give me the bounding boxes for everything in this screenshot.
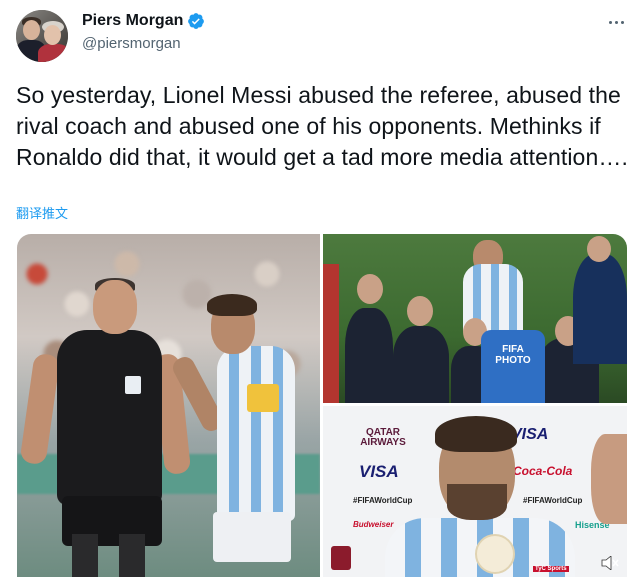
fifa-worldcup-logo bbox=[331, 546, 351, 570]
translate-tweet-link[interactable]: 翻译推文 bbox=[16, 203, 68, 222]
display-name[interactable]: Piers Morgan bbox=[82, 12, 183, 30]
tweet-header: Piers Morgan @piersmorgan bbox=[16, 8, 628, 64]
avatar[interactable] bbox=[16, 10, 68, 62]
fifa-photo-label: FIFA PHOTO bbox=[495, 344, 531, 366]
hashtag-worldcup-2: #FIFAWorldCup bbox=[523, 496, 583, 505]
photo-pitch-confrontation[interactable]: FIFA PHOTO bbox=[323, 234, 627, 403]
sponsor-budweiser: Budweiser bbox=[353, 520, 394, 529]
broadcaster-tyc-sports: TyC Sports bbox=[533, 566, 569, 572]
author-name-row[interactable]: Piers Morgan bbox=[82, 12, 205, 30]
sponsor-qatar-airways: QATAR AIRWAYS bbox=[360, 427, 406, 448]
photo-referee-messi[interactable] bbox=[17, 234, 320, 577]
verified-badge-icon bbox=[188, 13, 205, 29]
hashtag-worldcup-1: #FIFAWorldCup bbox=[353, 496, 413, 505]
sponsor-coca-cola: Coca-Cola bbox=[513, 464, 573, 478]
tweet-text: So yesterday, Lionel Messi abused the re… bbox=[16, 82, 628, 170]
more-horizontal-icon[interactable] bbox=[604, 12, 628, 32]
media-grid: FIFA PHOTO QATAR AIRWAYS VISA VISA #FIFA… bbox=[17, 234, 627, 577]
mute-speaker-icon[interactable] bbox=[601, 556, 619, 570]
photo-messi-interview[interactable]: QATAR AIRWAYS VISA VISA #FIFAWorldCup Co… bbox=[323, 406, 627, 577]
handle[interactable]: @piersmorgan bbox=[82, 35, 181, 52]
sponsor-visa-2: VISA bbox=[359, 462, 399, 481]
